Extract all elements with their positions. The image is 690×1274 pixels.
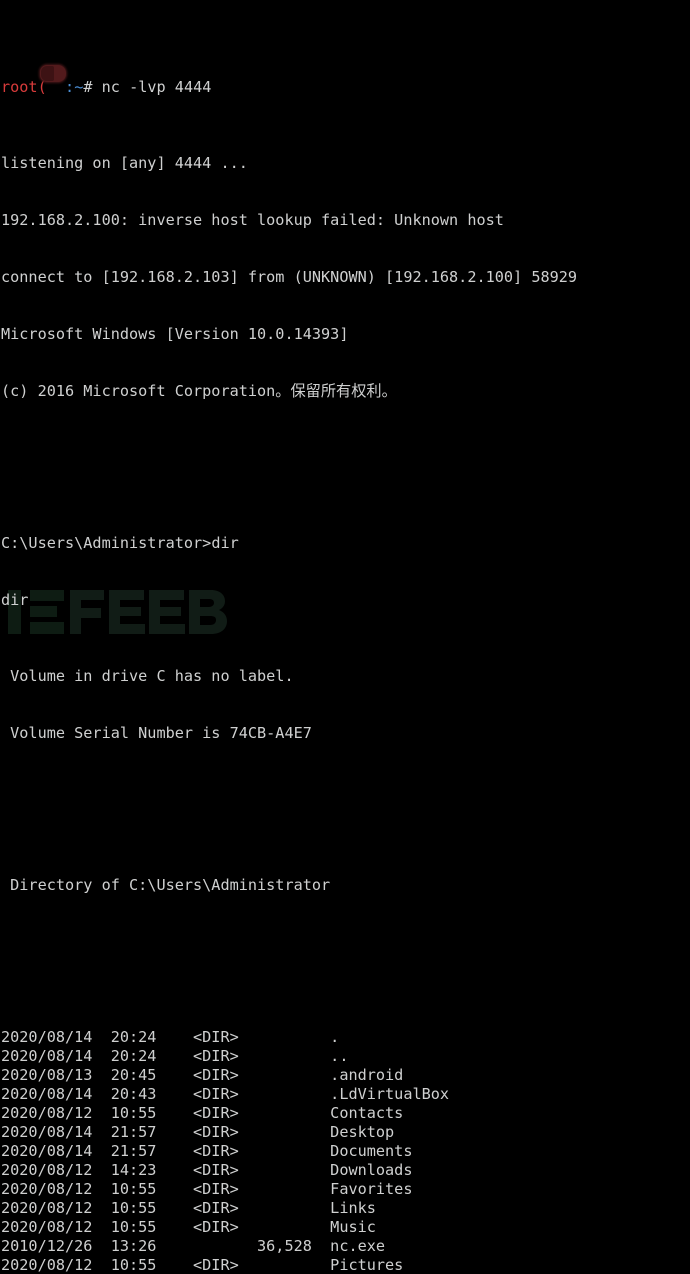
directory-header-line: Directory of C:\Users\Administrator bbox=[1, 876, 331, 894]
windows-echoed-command: dir bbox=[1, 591, 29, 609]
directory-entry-list: 2020/08/14 20:24 <DIR> . 2020/08/14 20:24… bbox=[1, 1028, 690, 1274]
netcat-listening-line: listening on [any] 4444 ... bbox=[1, 154, 248, 172]
prompt-line: root( :~# nc -lvp 4444 bbox=[1, 65, 690, 97]
directory-entry-row: 2020/08/14 21:57 <DIR> Documents bbox=[1, 1142, 413, 1160]
windows-prompt-line: C:\Users\Administrator>dir bbox=[1, 534, 690, 553]
directory-entry-row: 2020/08/12 10:55 <DIR> Music bbox=[1, 1218, 376, 1236]
volume-serial-line: Volume Serial Number is 74CB-A4E7 bbox=[1, 724, 312, 742]
prompt-symbol: # bbox=[83, 78, 93, 96]
windows-typed-command: dir bbox=[211, 534, 239, 552]
directory-entry-row: 2020/08/12 14:23 <DIR> Downloads bbox=[1, 1161, 413, 1179]
terminal-window[interactable]: root( :~# nc -lvp 4444 listening on [any… bbox=[0, 0, 690, 1274]
directory-entry-row: 2020/08/12 10:55 <DIR> Pictures bbox=[1, 1256, 404, 1274]
directory-entry-row: 2020/08/12 10:55 <DIR> Links bbox=[1, 1199, 376, 1217]
hostname-redaction: ( bbox=[38, 65, 66, 97]
windows-prompt-path: C:\Users\Administrator> bbox=[1, 534, 212, 552]
netcat-lookup-failed-line: 192.168.2.100: inverse host lookup faile… bbox=[1, 211, 504, 229]
directory-entry-row: 2020/08/14 20:24 <DIR> . bbox=[1, 1028, 340, 1046]
netcat-connect-line: connect to [192.168.2.103] from (UNKNOWN… bbox=[1, 268, 578, 286]
directory-entry-row: 2020/08/13 20:45 <DIR> .android bbox=[1, 1066, 404, 1084]
prompt-path: ~ bbox=[74, 78, 84, 96]
prompt-user: root bbox=[1, 78, 38, 96]
directory-entry-row: 2020/08/14 21:57 <DIR> Desktop bbox=[1, 1123, 395, 1141]
volume-label-line: Volume in drive C has no label. bbox=[1, 667, 294, 685]
prompt-command: nc -lvp 4444 bbox=[101, 78, 212, 96]
directory-entry-row: 2010/12/26 13:26 36,528 nc.exe bbox=[1, 1237, 386, 1255]
windows-version-line: Microsoft Windows [Version 10.0.14393] bbox=[1, 325, 349, 343]
directory-entry-row: 2020/08/14 20:43 <DIR> .LdVirtualBox bbox=[1, 1085, 450, 1103]
terminal-output: root( :~# nc -lvp 4444 listening on [any… bbox=[1, 2, 690, 1274]
directory-entry-row: 2020/08/12 10:55 <DIR> Favorites bbox=[1, 1180, 413, 1198]
directory-entry-row: 2020/08/14 20:24 <DIR> .. bbox=[1, 1047, 349, 1065]
directory-entry-row: 2020/08/12 10:55 <DIR> Contacts bbox=[1, 1104, 404, 1122]
prompt-separator: : bbox=[65, 78, 75, 96]
windows-copyright-line: (c) 2016 Microsoft Corporation。保留所有权利。 bbox=[1, 382, 397, 400]
